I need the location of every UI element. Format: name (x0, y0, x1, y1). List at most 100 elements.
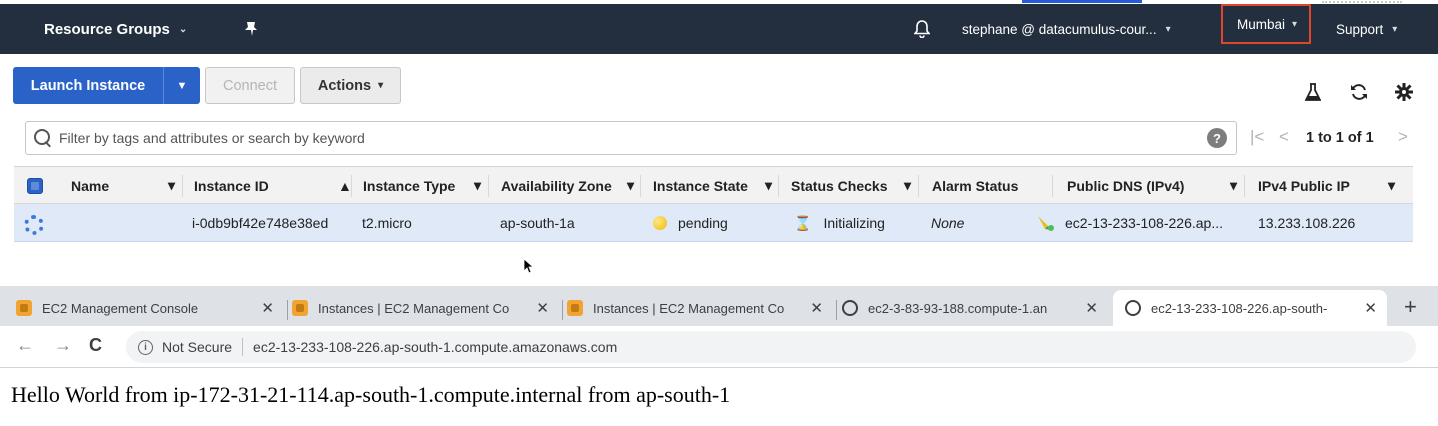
sort-icon[interactable]: ▾ (765, 167, 772, 204)
column-header-label: Instance Type (363, 177, 456, 194)
cell-instance-id: i-0db9bf42e748e38ed (192, 215, 329, 231)
column-header-label: Status Checks (791, 177, 888, 194)
filter-search-input[interactable] (59, 130, 1159, 146)
help-icon[interactable]: ? (1207, 128, 1227, 148)
refresh-icon[interactable] (1349, 83, 1369, 107)
resource-groups-menu[interactable]: Resource Groups ⌄ (44, 4, 187, 54)
first-page-icon[interactable]: |< (1250, 127, 1264, 147)
support-menu[interactable]: Support ▾ (1336, 4, 1397, 54)
next-page-icon[interactable]: > (1398, 127, 1408, 147)
new-tab-icon[interactable]: + (1404, 294, 1417, 320)
flask-icon[interactable] (1304, 83, 1322, 107)
gear-icon[interactable] (1395, 83, 1413, 107)
tab-divider (562, 300, 563, 320)
cell-public-dns: ec2-13-233-108-226.ap... (1065, 215, 1223, 231)
select-all-checkbox[interactable] (27, 178, 43, 194)
browser-tab[interactable]: Instances | EC2 Management Co ✕ (567, 290, 833, 326)
actions-label: Actions (317, 77, 372, 94)
close-tab-icon[interactable]: ✕ (1085, 299, 1098, 317)
close-tab-icon[interactable]: ✕ (1364, 299, 1377, 317)
pagination-label: 1 to 1 of 1 (1306, 130, 1374, 146)
support-label: Support (1336, 21, 1384, 37)
aws-favicon-icon (292, 300, 308, 316)
sort-icon[interactable]: ▾ (904, 167, 911, 204)
column-header-label: Availability Zone (501, 177, 612, 194)
tab-divider (836, 300, 837, 320)
address-divider (242, 338, 244, 356)
column-header-instance-state[interactable]: Instance State (653, 167, 748, 204)
column-header-instance-type[interactable]: Instance Type (363, 167, 455, 204)
cell-public-ip: 13.233.108.226 (1258, 215, 1356, 231)
actions-button[interactable]: Actions ▾ (300, 67, 401, 104)
column-header-public-dns[interactable]: Public DNS (IPv4) (1067, 167, 1184, 204)
reload-icon[interactable]: C (89, 335, 102, 356)
browser-tab[interactable]: Instances | EC2 Management Co ✕ (292, 290, 559, 326)
connect-label: Connect (222, 77, 277, 94)
bell-icon[interactable] (914, 4, 930, 54)
globe-icon (1125, 300, 1141, 316)
column-header-public-ip[interactable]: IPv4 Public IP (1258, 167, 1350, 204)
tab-title: Instances | EC2 Management Co (593, 300, 785, 316)
account-menu[interactable]: stephane @ datacumulus-cour... ▾ (962, 4, 1171, 54)
sort-icon[interactable]: ▾ (474, 167, 481, 204)
browser-tab[interactable]: EC2 Management Console ✕ (16, 290, 284, 326)
launch-dropdown-caret-icon[interactable]: ▼ (164, 67, 200, 104)
close-tab-icon[interactable]: ✕ (261, 299, 274, 317)
column-header-availability-zone[interactable]: Availability Zone (501, 167, 612, 204)
column-header-alarm-status[interactable]: Alarm Status (932, 167, 1018, 204)
browser-tab-active[interactable]: ec2-13-233-108-226.ap-south- ✕ (1113, 290, 1387, 326)
column-header-status-checks[interactable]: Status Checks (791, 167, 887, 204)
browser-address-row: ← → C i Not Secure ec2-13-233-108-226.ap… (0, 326, 1438, 368)
hourglass-icon: ⌛ (794, 214, 812, 231)
mouse-cursor-icon (523, 258, 535, 274)
region-label: Mumbai (1237, 16, 1286, 32)
sort-icon[interactable]: ▾ (1230, 167, 1237, 204)
table-row[interactable]: i-0db9bf42e748e38ed t2.micro ap-south-1a… (14, 204, 1413, 242)
close-tab-icon[interactable]: ✕ (536, 299, 549, 317)
sort-icon[interactable]: ▾ (168, 167, 175, 204)
column-header-label: Instance ID (194, 177, 269, 194)
chevron-down-icon: ▾ (1165, 23, 1171, 35)
column-divider (182, 175, 183, 197)
status-checks-label: Initializing (823, 215, 885, 231)
info-icon[interactable]: i (138, 339, 153, 355)
create-alarm-icon[interactable] (1037, 214, 1055, 232)
previous-page-icon[interactable]: < (1279, 127, 1289, 147)
column-header-name[interactable]: Name (71, 167, 109, 204)
sort-icon[interactable]: ▾ (1388, 167, 1395, 204)
filter-search-box[interactable] (25, 121, 1237, 155)
pin-icon[interactable] (244, 4, 258, 54)
column-divider (640, 175, 641, 197)
top-strip-link-underline (1022, 0, 1142, 3)
tab-title: Instances | EC2 Management Co (318, 300, 510, 316)
launch-instance-label: Launch Instance (13, 67, 164, 104)
forward-arrow-icon[interactable]: → (54, 335, 72, 356)
page-body-text: Hello World from ip-172-31-21-114.ap-sou… (11, 382, 731, 407)
column-header-label: Name (71, 177, 110, 194)
tab-divider (287, 300, 288, 320)
tab-title: ec2-13-233-108-226.ap-south- (1151, 300, 1328, 316)
column-header-label: Public DNS (IPv4) (1067, 177, 1185, 194)
back-arrow-icon[interactable]: ← (16, 335, 34, 356)
url-text: ec2-13-233-108-226.ap-south-1.compute.am… (253, 339, 618, 355)
browser-tab[interactable]: ec2-3-83-93-188.compute-1.an ✕ (842, 290, 1108, 326)
search-icon (33, 128, 53, 148)
column-divider (351, 175, 352, 197)
column-header-label: Alarm Status (932, 177, 1019, 194)
launch-instance-button[interactable]: Launch Instance ▼ (13, 67, 200, 104)
close-tab-icon[interactable]: ✕ (810, 299, 823, 317)
tab-title: EC2 Management Console (42, 300, 199, 316)
chevron-down-icon: ▾ (378, 80, 384, 91)
browser-tab-bar: EC2 Management Console ✕ Instances | EC2… (0, 286, 1438, 326)
address-bar[interactable]: i Not Secure ec2-13-233-108-226.ap-south… (126, 331, 1416, 363)
sort-icon[interactable]: ▾ (627, 167, 634, 204)
column-header-instance-id[interactable]: Instance ID (194, 167, 269, 204)
cell-status-checks: ⌛ Initializing (794, 204, 885, 242)
chevron-down-icon: ▾ (1392, 23, 1398, 35)
not-secure-label: Not Secure (162, 339, 233, 355)
sort-ascending-icon[interactable]: ▲ (338, 167, 352, 204)
connect-button[interactable]: Connect (205, 67, 295, 104)
chevron-down-icon: ⌄ (178, 23, 188, 35)
column-header-label: Instance State (653, 177, 748, 194)
region-menu[interactable]: Mumbai ▾ (1221, 4, 1311, 44)
